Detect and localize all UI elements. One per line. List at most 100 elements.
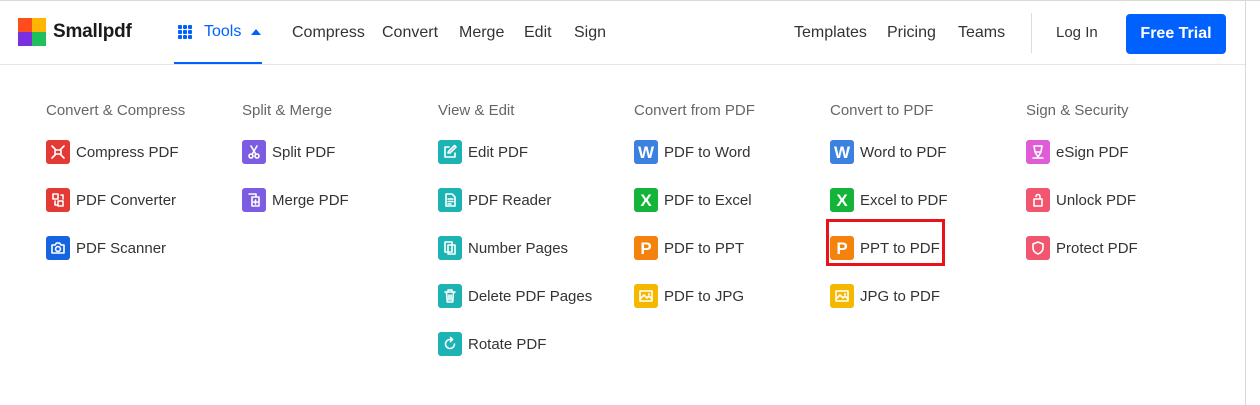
menu-item-label: PDF Reader	[468, 191, 552, 209]
menu-item-esign-pdf[interactable]: eSign PDF	[1026, 140, 1216, 164]
ppt-icon: P	[634, 236, 658, 260]
menu-item-label: Word to PDF	[860, 143, 947, 161]
menu-item-edit-pdf[interactable]: Edit PDF	[438, 140, 628, 164]
menu-item-compress-pdf[interactable]: Compress PDF	[46, 140, 236, 164]
window-right-border	[1245, 0, 1246, 405]
menu-item-merge-pdf[interactable]: Merge PDF	[242, 188, 432, 212]
menu-item-delete-pdf-pages[interactable]: Delete PDF Pages	[438, 284, 628, 308]
menu-item-label: PDF to PPT	[664, 239, 745, 257]
menu-column-title: Convert & Compress	[46, 102, 186, 119]
tools-menu-button[interactable]: Tools	[174, 1, 262, 64]
word-icon: W	[830, 140, 854, 164]
logo-square-2	[32, 18, 46, 32]
edit-icon	[438, 140, 462, 164]
smallpdf-logo[interactable]: Smallpdf	[18, 18, 132, 46]
image-icon	[830, 284, 854, 308]
icon-letter: X	[640, 190, 652, 210]
nav-edit[interactable]: Edit	[524, 24, 552, 42]
free-trial-button[interactable]: Free Trial	[1126, 14, 1226, 54]
unlock-icon	[1026, 188, 1050, 212]
menu-column-title: Convert to PDF	[830, 102, 934, 119]
esign-icon	[1026, 140, 1050, 164]
menu-item-label: eSign PDF	[1056, 143, 1129, 161]
menu-item-excel-to-pdf[interactable]: X Excel to PDF	[830, 188, 1020, 212]
menu-item-label: PDF to Word	[664, 143, 751, 161]
reader-icon	[438, 188, 462, 212]
menu-item-pdf-reader[interactable]: PDF Reader	[438, 188, 628, 212]
menu-item-label: Unlock PDF	[1056, 191, 1137, 209]
nav-convert[interactable]: Convert	[382, 24, 438, 42]
menu-column: Convert to PDF W Word to PDF X Excel to PDF P…	[830, 101, 1020, 332]
menu-column-title: Split & Merge	[242, 102, 333, 119]
nav-pricing[interactable]: Pricing	[887, 24, 936, 42]
menu-item-label: Protect PDF	[1056, 239, 1138, 257]
menu-column: View & Edit Edit PDF PDF Reader 1 Number Pag…	[438, 101, 628, 380]
excel-icon: X	[830, 188, 854, 212]
menu-item-label: Number Pages	[468, 239, 569, 257]
rotate-icon	[438, 332, 462, 356]
login-link[interactable]: Log In	[1056, 24, 1098, 41]
menu-item-unlock-pdf[interactable]: Unlock PDF	[1026, 188, 1216, 212]
menu-column: Sign & Security eSign PDF Unlock PDF Protec…	[1026, 101, 1216, 284]
menu-item-label: Merge PDF	[272, 191, 349, 209]
tools-label: Tools	[204, 22, 242, 40]
menu-item-label: Excel to PDF	[860, 191, 948, 209]
nav-sign[interactable]: Sign	[574, 24, 606, 42]
menu-column-title: View & Edit	[438, 102, 515, 119]
excel-icon: X	[634, 188, 658, 212]
logo-square-3	[18, 32, 32, 46]
menu-item-label: PDF to JPG	[664, 287, 745, 305]
menu-item-label: PDF to Excel	[664, 191, 752, 209]
icon-letter: W	[637, 142, 655, 162]
convert-icon	[46, 188, 70, 212]
menu-item-label: PDF Converter	[76, 191, 177, 209]
icon-letter: W	[833, 142, 851, 162]
nav-merge[interactable]: Merge	[459, 24, 504, 42]
nav-divider	[1031, 13, 1032, 53]
menu-item-label: JPG to PDF	[860, 287, 941, 305]
chevron-up-icon	[251, 28, 262, 35]
menu-item-rotate-pdf[interactable]: Rotate PDF	[438, 332, 628, 356]
menu-item-split-pdf[interactable]: Split PDF	[242, 140, 432, 164]
menu-column-title: Convert from PDF	[634, 102, 755, 119]
menu-item-pdf-converter[interactable]: PDF Converter	[46, 188, 236, 212]
svg-text:1: 1	[450, 248, 453, 254]
compress-icon	[46, 140, 70, 164]
nav-teams[interactable]: Teams	[958, 24, 1005, 42]
menu-item-label: Rotate PDF	[468, 335, 547, 353]
menu-item-label: Compress PDF	[76, 143, 179, 161]
trash-icon	[438, 284, 462, 308]
menu-item-word-to-pdf[interactable]: W Word to PDF	[830, 140, 1020, 164]
menu-item-pdf-to-ppt[interactable]: P PDF to PPT	[634, 236, 824, 260]
number-icon: 1	[438, 236, 462, 260]
menu-item-label: Split PDF	[272, 143, 336, 161]
brand-name: Smallpdf	[53, 21, 132, 42]
menu-column-title: Sign & Security	[1026, 102, 1129, 119]
menu-item-protect-pdf[interactable]: Protect PDF	[1026, 236, 1216, 260]
icon-letter: X	[836, 190, 848, 210]
menu-item-label: Edit PDF	[468, 143, 529, 161]
highlight-box	[826, 219, 945, 266]
nav-templates[interactable]: Templates	[794, 24, 867, 42]
smallpdf-logo-icon	[18, 18, 46, 46]
icon-letter: P	[640, 238, 652, 258]
menu-item-number-pages[interactable]: 1 Number Pages	[438, 236, 628, 260]
menu-item-pdf-to-jpg[interactable]: PDF to JPG	[634, 284, 824, 308]
camera-icon	[46, 236, 70, 260]
menu-item-jpg-to-pdf[interactable]: JPG to PDF	[830, 284, 1020, 308]
top-nav: Smallpdf Tools Compress Convert Merge Ed…	[0, 1, 1245, 65]
menu-column: Convert & Compress Compress PDF PDF Conver…	[46, 101, 236, 284]
menu-column: Split & Merge Split PDF Merge PDF	[242, 101, 432, 236]
word-icon: W	[634, 140, 658, 164]
menu-item-label: Delete PDF Pages	[468, 287, 593, 305]
menu-item-pdf-scanner[interactable]: PDF Scanner	[46, 236, 236, 260]
logo-square-4	[32, 32, 46, 46]
merge-icon	[242, 188, 266, 212]
image-icon	[634, 284, 658, 308]
grid-icon	[178, 24, 192, 39]
menu-item-pdf-to-excel[interactable]: X PDF to Excel	[634, 188, 824, 212]
menu-item-pdf-to-word[interactable]: W PDF to Word	[634, 140, 824, 164]
nav-compress[interactable]: Compress	[292, 24, 365, 42]
logo-square-1	[18, 18, 32, 32]
scissors-icon	[242, 140, 266, 164]
